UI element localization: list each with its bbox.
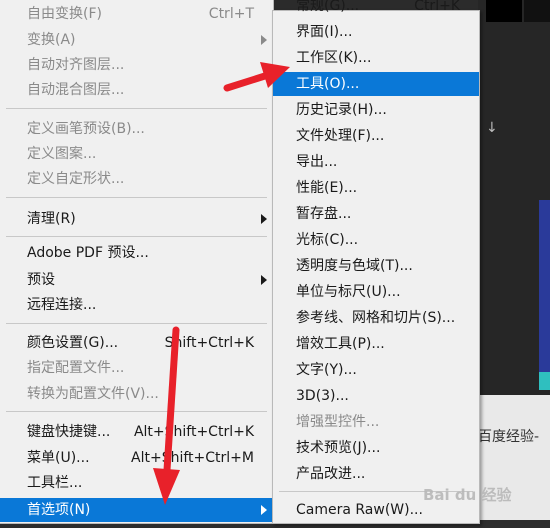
background-thumbnail	[486, 0, 522, 22]
menu-item-assign-profile[interactable]: 指定配置文件...	[0, 356, 273, 380]
edit-menu: 自由变换(F) Ctrl+T 变换(A) 自动对齐图层... 自动混合图层...…	[0, 0, 274, 524]
menu-item-guides-grid-slices[interactable]: 参考线、网格和切片(S)...	[273, 306, 479, 330]
menu-separator	[6, 323, 267, 324]
menu-item-define-custom-shape[interactable]: 定义自定形状...	[0, 167, 273, 191]
background-thumbnail	[524, 0, 550, 22]
menu-separator	[6, 197, 267, 198]
menu-item-color-settings[interactable]: 颜色设置(G)... Shift+Ctrl+K	[0, 331, 273, 355]
menu-separator	[6, 236, 267, 237]
submenu-arrow-icon	[261, 505, 267, 515]
menu-item-transparency-gamut[interactable]: 透明度与色域(T)...	[273, 254, 479, 278]
menu-item-workspace[interactable]: 工作区(K)...	[273, 46, 479, 70]
menu-item-enhanced-controls[interactable]: 增强型控件...	[273, 410, 479, 434]
down-arrow-icon: ↓	[486, 120, 498, 136]
menu-item-general[interactable]: 常规(G)... Ctrl+K	[273, 0, 479, 18]
menu-item-define-brush-preset[interactable]: 定义画笔预设(B)...	[0, 117, 273, 141]
menu-item-product-improvement[interactable]: 产品改进...	[273, 462, 479, 486]
menu-item-purge[interactable]: 清理(R)	[0, 207, 273, 231]
menu-item-remote-connections[interactable]: 远程连接...	[0, 293, 273, 317]
menu-separator	[6, 411, 267, 412]
menu-item-free-transform[interactable]: 自由变换(F) Ctrl+T	[0, 2, 273, 26]
submenu-arrow-icon	[261, 214, 267, 224]
menu-item-type[interactable]: 文字(Y)...	[273, 358, 479, 382]
menu-item-keyboard-shortcuts[interactable]: 键盘快捷键... Alt+Shift+Ctrl+K	[0, 420, 273, 444]
menu-item-interface[interactable]: 界面(I)...	[273, 20, 479, 44]
menu-item-export[interactable]: 导出...	[273, 150, 479, 174]
background-canvas-preview	[539, 372, 550, 390]
menu-item-technology-previews[interactable]: 技术预览(J)...	[273, 436, 479, 460]
menu-item-transform[interactable]: 变换(A)	[0, 28, 273, 52]
menu-item-auto-blend-layers[interactable]: 自动混合图层...	[0, 78, 273, 102]
menu-separator	[6, 108, 267, 109]
menu-item-toolbar[interactable]: 工具栏...	[0, 471, 273, 495]
menu-item-units-rulers[interactable]: 单位与标尺(U)...	[273, 280, 479, 304]
background-canvas-preview	[539, 200, 550, 390]
menu-item-cursors[interactable]: 光标(C)...	[273, 228, 479, 252]
menu-item-performance[interactable]: 性能(E)...	[273, 176, 479, 200]
submenu-arrow-icon	[261, 275, 267, 285]
menu-item-plugins[interactable]: 增效工具(P)...	[273, 332, 479, 356]
menu-item-scratch-disks[interactable]: 暂存盘...	[273, 202, 479, 226]
menu-item-tools[interactable]: 工具(O)...	[273, 72, 479, 96]
watermark-logo: Bai du 经验	[423, 486, 512, 504]
preferences-submenu: 常规(G)... Ctrl+K 界面(I)... 工作区(K)... 工具(O)…	[272, 0, 480, 524]
watermark-text: 百度经验-	[478, 429, 540, 445]
background-page	[478, 395, 550, 528]
menu-item-preferences[interactable]: 首选项(N)	[0, 498, 273, 522]
menu-item-define-pattern[interactable]: 定义图案...	[0, 142, 273, 166]
menu-item-history-log[interactable]: 历史记录(H)...	[273, 98, 479, 122]
menu-item-file-handling[interactable]: 文件处理(F)...	[273, 124, 479, 148]
menu-item-auto-align-layers[interactable]: 自动对齐图层...	[0, 53, 273, 77]
menu-item-menus[interactable]: 菜单(U)... Alt+Shift+Ctrl+M	[0, 446, 273, 470]
menu-item-convert-to-profile[interactable]: 转换为配置文件(V)...	[0, 382, 273, 406]
submenu-arrow-icon	[261, 35, 267, 45]
menu-item-3d[interactable]: 3D(3)...	[273, 384, 479, 408]
menu-item-presets[interactable]: 预设	[0, 268, 273, 292]
menu-item-adobe-pdf-presets[interactable]: Adobe PDF 预设...	[0, 241, 273, 265]
